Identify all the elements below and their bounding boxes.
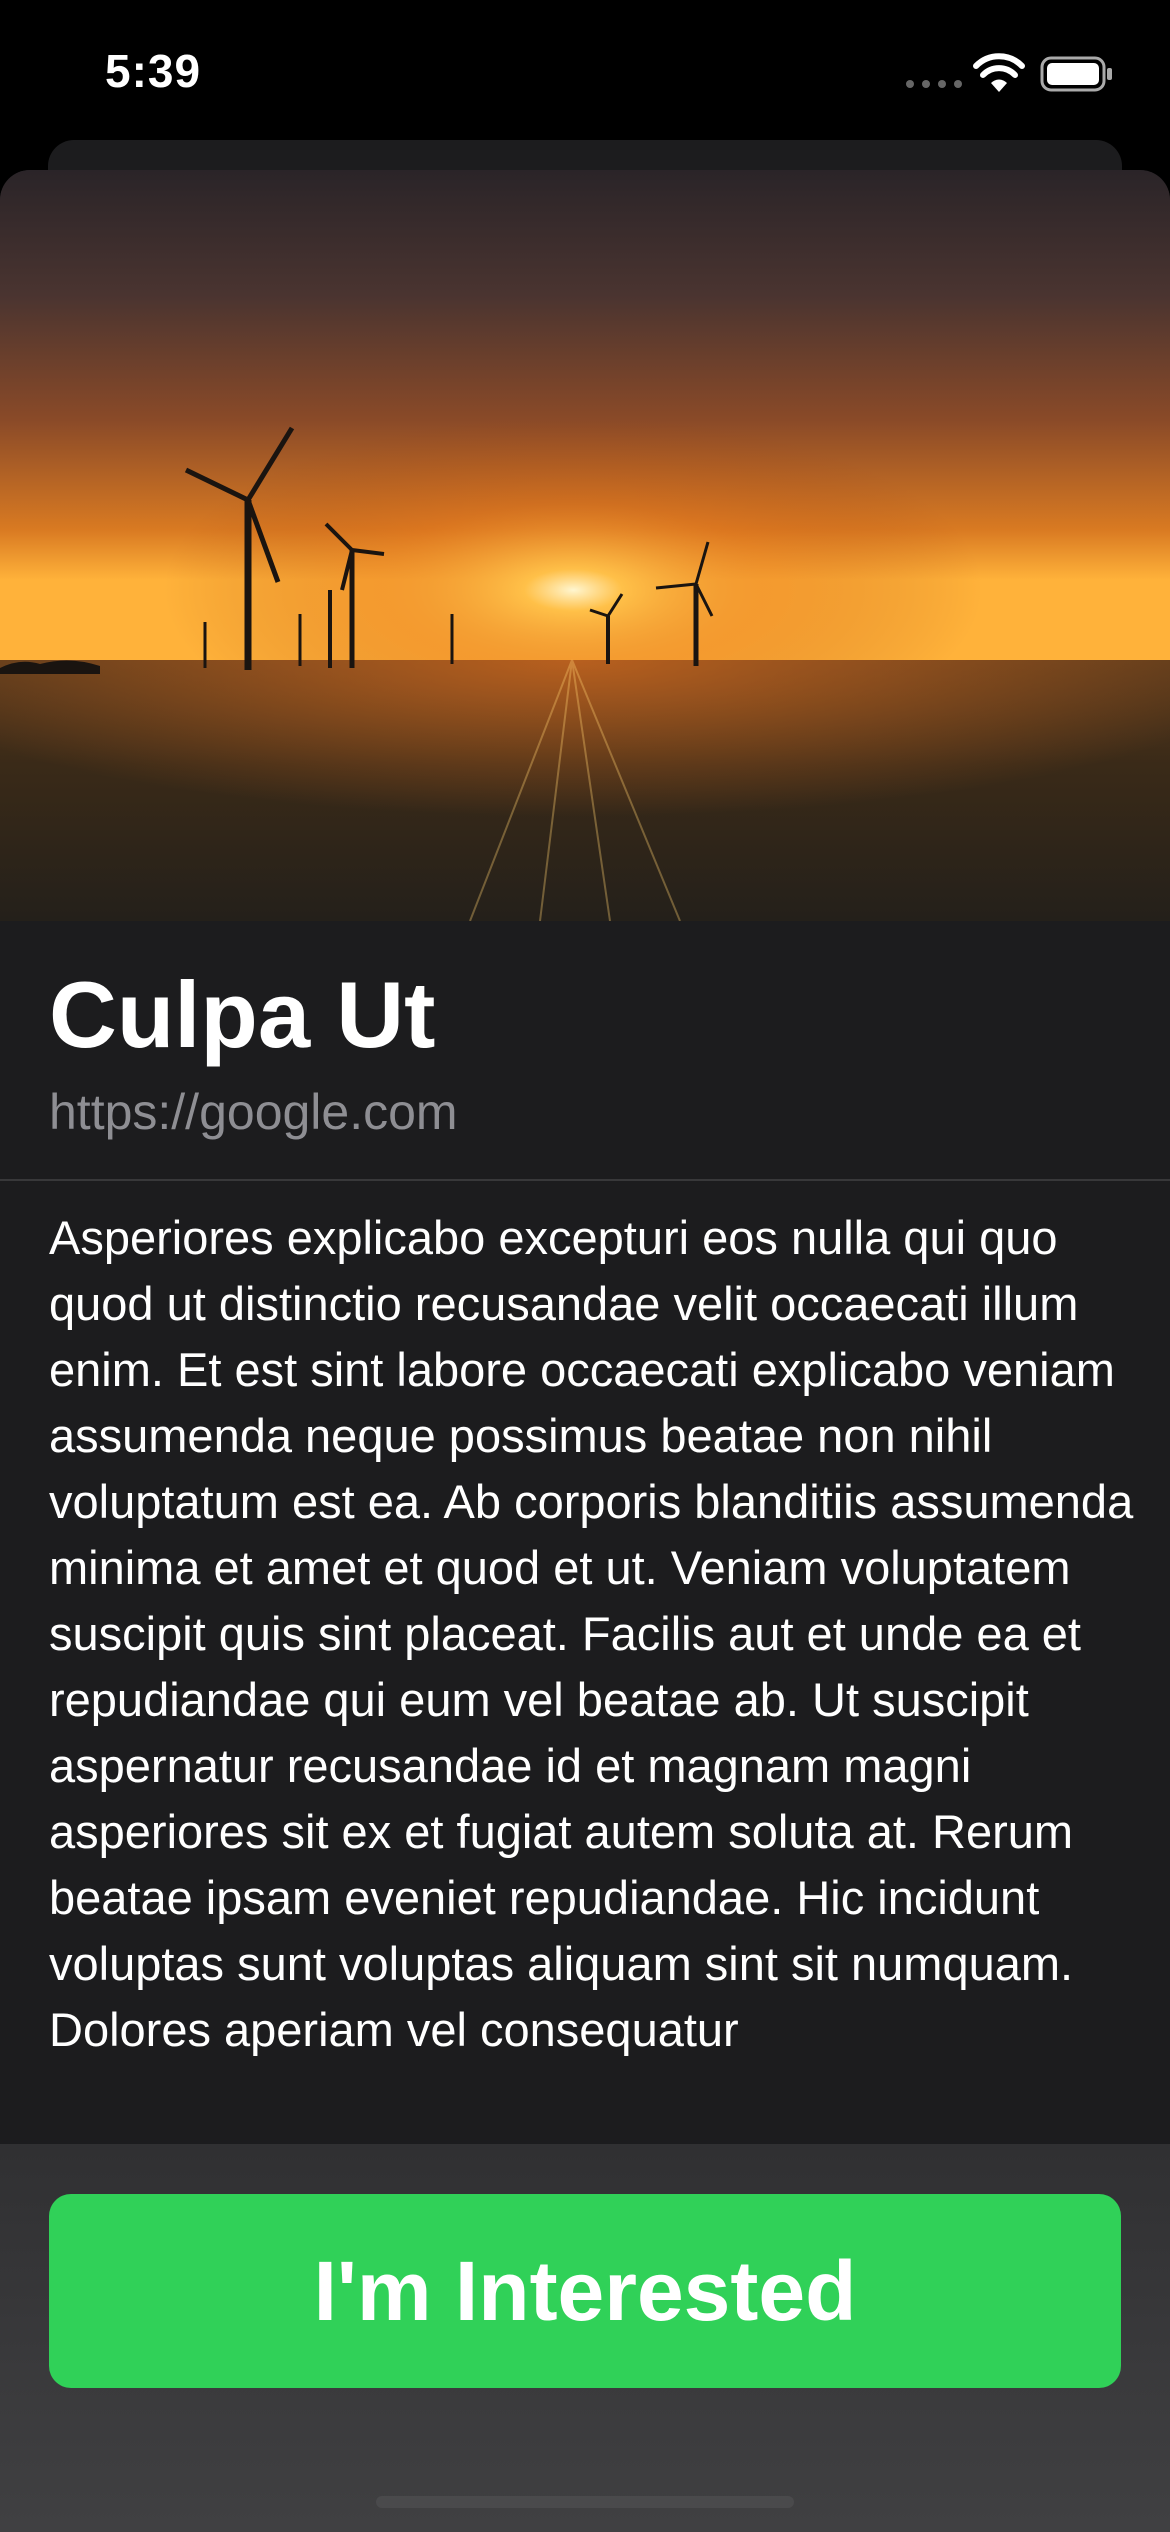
wifi-icon [973,53,1025,92]
divider [0,1179,1170,1181]
home-indicator[interactable] [376,2496,794,2508]
source-url[interactable]: https://google.com [49,1087,458,1137]
status-time: 5:39 [105,45,202,97]
interested-button[interactable]: I'm Interested [49,2194,1121,2388]
cellular-signal-icon [906,80,962,90]
bottom-action-bar: I'm Interested [0,2144,1170,2532]
page-title: Culpa Ut [49,962,436,1067]
hero-image [0,170,1170,921]
status-bar: 5:39 [0,0,1170,150]
description-text: Asperiores explicabo excepturi eos nulla… [49,1211,1134,2056]
battery-icon [1040,56,1112,92]
